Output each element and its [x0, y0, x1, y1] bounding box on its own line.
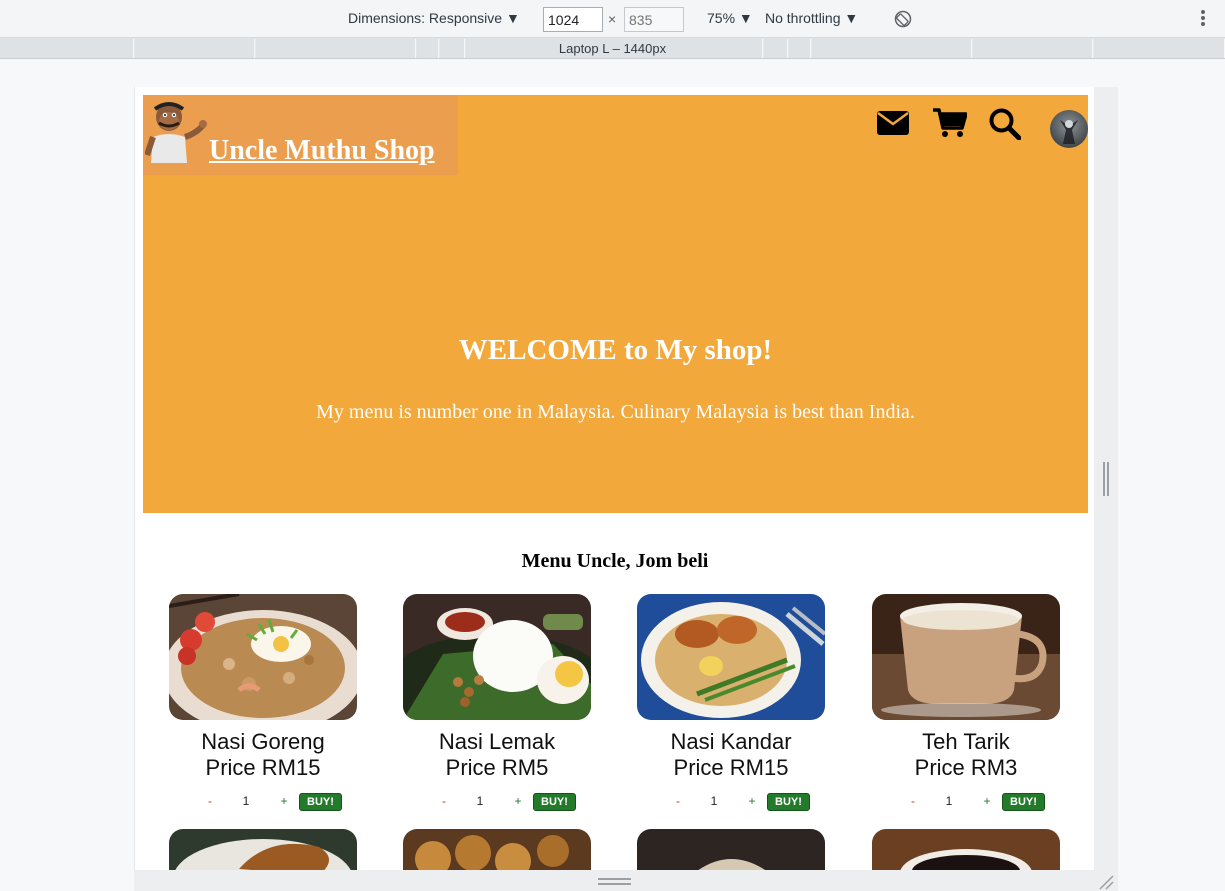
- more-options-icon[interactable]: [1200, 10, 1206, 28]
- buy-button[interactable]: BUY!: [767, 793, 810, 811]
- devtools-device-toolbar: Dimensions: Responsive ▼ × 75% ▼ No thro…: [0, 0, 1225, 38]
- food-image-nasi-kandar: [637, 594, 825, 720]
- buy-button[interactable]: BUY!: [1002, 793, 1045, 811]
- menu-item-price: Price RM15: [205, 755, 321, 780]
- avatar[interactable]: [1050, 110, 1088, 148]
- quantity-stepper: - 1 + BUY!: [908, 793, 1058, 811]
- menu-item-name: Nasi Goreng: [201, 729, 325, 754]
- quantity-value: 1: [710, 794, 718, 808]
- media-query-label: Laptop L – 1440px: [558, 41, 667, 56]
- buy-button[interactable]: BUY!: [533, 793, 576, 811]
- times-separator: ×: [608, 11, 617, 27]
- quantity-value: 1: [476, 794, 484, 808]
- food-image-row2-3: [637, 829, 825, 870]
- quantity-stepper: - 1 + BUY!: [673, 793, 823, 811]
- device-viewport: Uncle Muthu Shop WELCOME to My shop! My …: [134, 87, 1094, 870]
- zoom-dropdown[interactable]: 75% ▼: [707, 10, 753, 26]
- food-image-row2-1: [169, 829, 357, 870]
- food-image-teh-tarik: [872, 594, 1060, 720]
- hero-subtitle: My menu is number one in Malaysia. Culin…: [316, 401, 915, 423]
- decrease-button[interactable]: -: [908, 794, 918, 808]
- menu-item-price: Price RM5: [445, 755, 549, 780]
- cart-icon[interactable]: [933, 108, 967, 138]
- brand-link[interactable]: Uncle Muthu Shop: [209, 135, 435, 167]
- media-query-bar: Laptop L – 1440px: [0, 38, 1225, 59]
- decrease-button[interactable]: -: [205, 794, 215, 808]
- throttling-dropdown[interactable]: No throttling ▼: [765, 10, 858, 26]
- decrease-button[interactable]: -: [673, 794, 683, 808]
- width-input[interactable]: [543, 7, 603, 32]
- hero-banner: Uncle Muthu Shop WELCOME to My shop! My …: [143, 95, 1088, 513]
- quantity-value: 1: [945, 794, 953, 808]
- quantity-stepper: - 1 + BUY!: [439, 793, 589, 811]
- quantity-value: 1: [242, 794, 250, 808]
- decrease-button[interactable]: -: [439, 794, 449, 808]
- increase-button[interactable]: +: [747, 794, 757, 808]
- bottom-resize-handle[interactable]: [598, 878, 631, 885]
- dimensions-dropdown[interactable]: Dimensions: Responsive ▼: [348, 10, 520, 26]
- buy-button[interactable]: BUY!: [299, 793, 342, 811]
- mascot-logo: [145, 102, 207, 163]
- hero-title: WELCOME to My shop!: [458, 334, 773, 366]
- search-icon[interactable]: [989, 108, 1021, 140]
- menu-item-name: Nasi Lemak: [438, 729, 556, 754]
- increase-button[interactable]: +: [279, 794, 289, 808]
- corner-resize-icon[interactable]: [1098, 874, 1114, 890]
- increase-button[interactable]: +: [513, 794, 523, 808]
- height-input[interactable]: [624, 7, 684, 32]
- menu-heading: Menu Uncle, Jom beli: [521, 550, 709, 572]
- food-image-row2-2: [403, 829, 591, 870]
- increase-button[interactable]: +: [982, 794, 992, 808]
- food-image-nasi-goreng: [169, 594, 357, 720]
- food-image-row2-4: [872, 829, 1060, 870]
- food-image-nasi-lemak: [403, 594, 591, 720]
- rotate-icon[interactable]: [894, 10, 912, 28]
- quantity-stepper: - 1 + BUY!: [205, 793, 355, 811]
- envelope-icon[interactable]: [877, 111, 909, 135]
- right-resize-handle[interactable]: [1103, 462, 1109, 496]
- menu-item-price: Price RM15: [673, 755, 789, 780]
- menu-item-name: Nasi Kandar: [670, 729, 792, 754]
- brand-block: Uncle Muthu Shop: [143, 95, 458, 175]
- menu-item-name: Teh Tarik: [922, 729, 1010, 754]
- menu-item-price: Price RM3: [914, 755, 1018, 780]
